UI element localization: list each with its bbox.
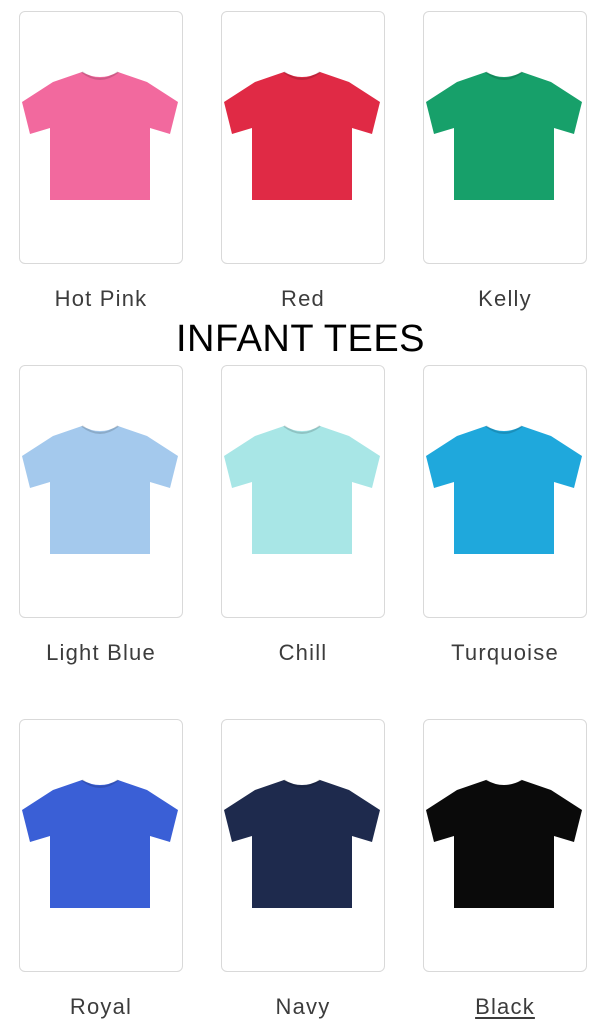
swatch-card-turquoise[interactable] bbox=[423, 365, 587, 618]
swatch-label-chill[interactable]: Chill bbox=[221, 640, 385, 666]
swatch-label-red[interactable]: Red bbox=[221, 286, 385, 312]
swatch-label-kelly[interactable]: Kelly bbox=[423, 286, 587, 312]
tshirt-image bbox=[224, 425, 380, 554]
swatch-card-royal[interactable] bbox=[19, 719, 183, 972]
swatch-card-navy[interactable] bbox=[221, 719, 385, 972]
tshirt-image bbox=[224, 71, 380, 200]
swatch-label-black[interactable]: Black bbox=[423, 994, 587, 1020]
swatch-card-hot-pink[interactable] bbox=[19, 11, 183, 264]
page-title: INFANT TEES bbox=[175, 318, 426, 360]
tshirt-image bbox=[426, 71, 582, 200]
swatch-card-black[interactable] bbox=[423, 719, 587, 972]
tshirt-image bbox=[22, 425, 178, 554]
swatch-card-chill[interactable] bbox=[221, 365, 385, 618]
tshirt-image bbox=[426, 425, 582, 554]
swatch-label-hot-pink[interactable]: Hot Pink bbox=[19, 286, 183, 312]
swatch-label-navy[interactable]: Navy bbox=[221, 994, 385, 1020]
swatch-card-kelly[interactable] bbox=[423, 11, 587, 264]
swatch-label-royal[interactable]: Royal bbox=[19, 994, 183, 1020]
tshirt-image bbox=[224, 779, 380, 908]
tshirt-image bbox=[22, 779, 178, 908]
tshirt-image bbox=[22, 71, 178, 200]
tshirt-image bbox=[426, 779, 582, 908]
swatch-card-red[interactable] bbox=[221, 11, 385, 264]
swatch-label-light-blue[interactable]: Light Blue bbox=[19, 640, 183, 666]
swatch-card-light-blue[interactable] bbox=[19, 365, 183, 618]
swatch-label-turquoise[interactable]: Turquoise bbox=[423, 640, 587, 666]
